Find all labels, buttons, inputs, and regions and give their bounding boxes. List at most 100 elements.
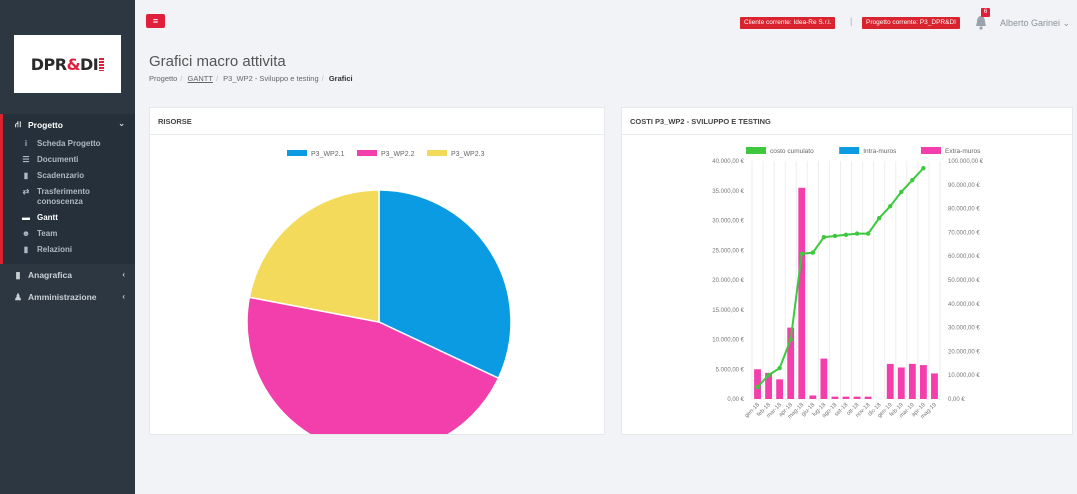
legend-label: P3_WP2.2 xyxy=(381,151,415,158)
nav-amministrazione-label: Amministrazione xyxy=(28,292,97,302)
y-right-tick-label: 100.000,00 € xyxy=(948,159,984,165)
legend-swatch xyxy=(921,147,941,154)
list-icon: ☰ xyxy=(22,155,30,164)
sidebar-item-trasferimento-conoscenza[interactable]: ⇄ Trasferimento conoscenza xyxy=(3,184,135,210)
bar-extra-muros xyxy=(798,187,806,399)
calendar-icon: ▬ xyxy=(22,213,30,222)
separator: | xyxy=(850,16,853,26)
legend-swatch xyxy=(357,150,377,156)
bar-extra-muros xyxy=(842,396,850,399)
sidebar-item-scadenzario[interactable]: ▮ Scadenzario xyxy=(3,168,135,184)
breadcrumb-item[interactable]: GANTT xyxy=(188,74,213,83)
breadcrumb-item[interactable]: Progetto xyxy=(149,74,177,83)
sidebar-item-documenti[interactable]: ☰ Documenti xyxy=(3,152,135,168)
chevron-down-icon: ⌄ xyxy=(1062,18,1071,28)
user-name: Alberto Garinei xyxy=(1000,18,1061,28)
sidebar-item-scheda-progetto[interactable]: i Scheda Progetto xyxy=(3,136,135,152)
legend-swatch xyxy=(427,150,447,156)
sidebar-item-label: Team xyxy=(37,229,58,238)
nav-anagrafica[interactable]: ▮ Anagrafica ‹ xyxy=(0,264,135,286)
legend-swatch xyxy=(746,147,766,154)
line-point xyxy=(799,251,804,257)
legend-swatch xyxy=(839,147,860,154)
y-right-tick-label: 30.000,00 € xyxy=(948,326,980,332)
y-right-tick-label: 70.000,00 € xyxy=(948,230,980,236)
logo[interactable]: DPR&DI xyxy=(14,35,121,93)
sidebar-item-label: Gantt xyxy=(37,213,58,222)
costi-combo-chart: costo cumulato Intra-muros Extra-muros 0,00… xyxy=(712,147,984,420)
exchange-icon: ⇄ xyxy=(22,187,30,196)
chevron-down-icon: ⌄ xyxy=(118,119,125,128)
y-right-tick-label: 90.000,00 € xyxy=(948,183,980,189)
line-point xyxy=(755,384,760,390)
user-menu[interactable]: Alberto Garinei ⌄ xyxy=(1000,18,1070,29)
legend-label: P3_WP2.1 xyxy=(311,151,345,158)
bar-extra-muros xyxy=(897,367,905,399)
line-point xyxy=(788,337,793,342)
chevron-left-icon: ‹ xyxy=(122,292,125,301)
line-point xyxy=(810,250,816,255)
sidebar-item-team[interactable]: ☻ Team xyxy=(3,226,135,242)
bar-extra-muros xyxy=(853,396,861,399)
y-left-tick-label: 10.000,00 € xyxy=(712,338,744,344)
nav-progetto-label: Progetto xyxy=(28,120,63,130)
users-icon: ☻ xyxy=(21,229,31,238)
legend-label: Intra-muros xyxy=(863,148,897,155)
bar-extra-muros xyxy=(919,365,927,399)
sidebar-nav: ⛙ Progetto ⌄ i Scheda Progetto ☰ Documen… xyxy=(0,114,135,308)
line-point xyxy=(843,232,849,237)
bar-extra-muros xyxy=(820,358,828,399)
sidebar: DPR&DI ⛙ Progetto ⌄ i Scheda Progetto ☰ … xyxy=(0,0,135,494)
line-point xyxy=(921,165,926,171)
logo-bars-icon xyxy=(99,57,105,71)
logo-text: DPR&DI xyxy=(31,55,105,74)
line-point xyxy=(766,373,771,378)
nav-progetto[interactable]: ⛙ Progetto ⌄ xyxy=(3,114,135,136)
notification-count-badge: 6 xyxy=(981,8,990,17)
sidebar-item-gantt[interactable]: ▬ Gantt xyxy=(3,210,135,226)
nav-anagrafica-label: Anagrafica xyxy=(28,270,72,280)
y-left-tick-label: 0,00 € xyxy=(727,397,744,403)
bar-extra-muros xyxy=(931,373,938,399)
line-point xyxy=(854,231,860,236)
file-icon: ▮ xyxy=(23,171,29,180)
sitemap-icon: ⛙ xyxy=(14,119,22,129)
line-point xyxy=(777,365,782,371)
bar-extra-muros xyxy=(809,395,817,399)
legend-swatch xyxy=(287,150,307,156)
breadcrumb-item[interactable]: P3_WP2 - Sviluppo e testing xyxy=(223,74,318,83)
panel-title: RISORSE xyxy=(150,108,604,135)
costi-panel: COSTI P3_WP2 - SVILUPPO E TESTING costo … xyxy=(621,107,1073,435)
line-point xyxy=(888,204,893,209)
line-point xyxy=(910,177,915,183)
y-left-tick-label: 5.000,00 € xyxy=(716,367,745,373)
legend-label: Extra-muros xyxy=(945,148,981,155)
bar-extra-muros xyxy=(776,379,784,399)
nav-progetto-submenu: i Scheda Progetto ☰ Documenti ▮ Scadenza… xyxy=(3,136,135,264)
line-point xyxy=(832,233,838,239)
risorse-panel: RISORSE P3_WP2.1 P3_WP2.2 P3_WP2.3 xyxy=(149,107,605,435)
line-point xyxy=(865,231,871,236)
sidebar-item-label: Scadenzario xyxy=(37,171,85,180)
y-left-tick-label: 20.000,00 € xyxy=(712,278,744,284)
bar-extra-muros xyxy=(886,363,894,399)
menu-toggle-button[interactable]: ≡ xyxy=(146,14,165,28)
legend-label: costo cumulato xyxy=(770,148,814,155)
client-badge[interactable]: Cliente corrente: Idea-Re S.r.l. xyxy=(740,17,836,29)
y-left-tick-label: 30.000,00 € xyxy=(712,219,744,225)
project-badge[interactable]: Progetto corrente: P3_DPR&DI xyxy=(862,17,960,29)
panel-title: COSTI P3_WP2 - SVILUPPO E TESTING xyxy=(622,108,1072,135)
y-right-tick-label: 60.000,00 € xyxy=(948,254,980,260)
nav-amministrazione[interactable]: ♟ Amministrazione ‹ xyxy=(0,286,135,308)
sidebar-item-label: Trasferimento conoscenza xyxy=(37,187,90,206)
line-point xyxy=(899,189,904,195)
nav-section-progetto: ⛙ Progetto ⌄ i Scheda Progetto ☰ Documen… xyxy=(0,114,135,264)
y-left-tick-label: 40.000,00 € xyxy=(712,159,744,165)
y-right-tick-label: 80.000,00 € xyxy=(948,207,980,213)
sidebar-item-relazioni[interactable]: ▮ Relazioni xyxy=(3,242,135,258)
file-icon: ▮ xyxy=(15,269,21,280)
bar-extra-muros xyxy=(831,396,839,399)
y-right-tick-label: 10.000,00 € xyxy=(948,373,980,379)
file-icon: ▮ xyxy=(23,245,29,254)
breadcrumb: Progetto / GANTT / P3_WP2 - Sviluppo e tes… xyxy=(149,74,353,83)
